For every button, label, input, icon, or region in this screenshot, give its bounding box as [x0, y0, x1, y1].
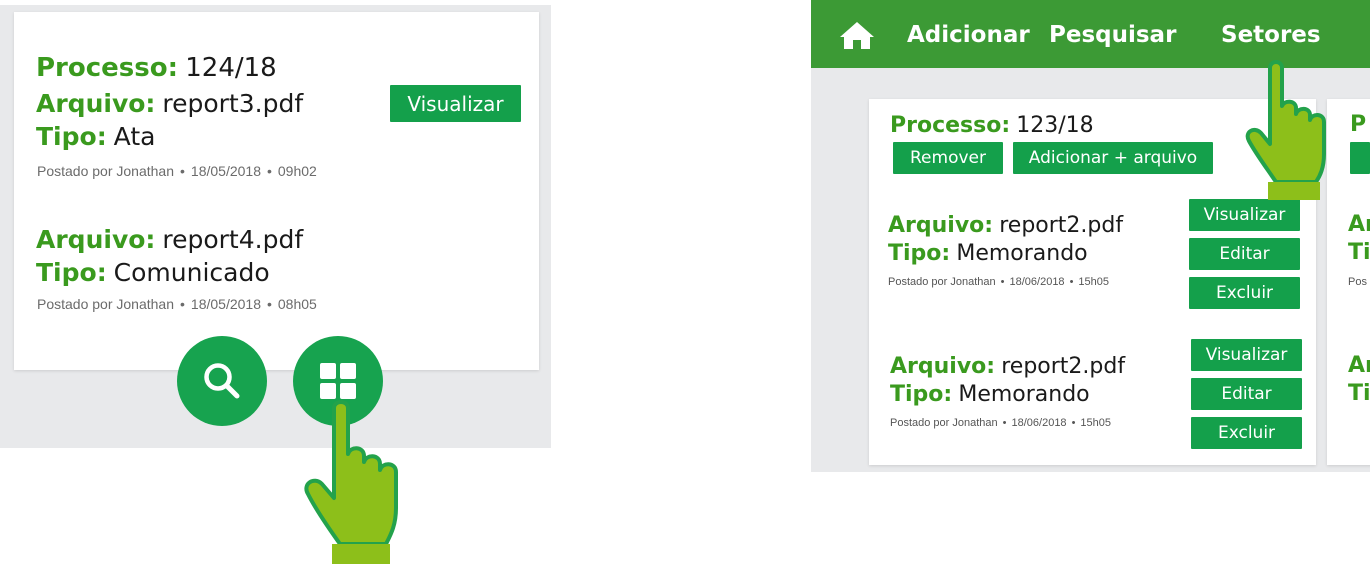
view-button[interactable]: Visualizar	[1189, 199, 1300, 231]
post-meta: Postado por Jonathan • 18/05/2018 • 09h02	[37, 163, 317, 179]
add-file-button[interactable]: Adicionar + arquivo	[1013, 142, 1213, 174]
posted-by: Postado por Jonathan	[888, 276, 996, 288]
partial-file-label: Ar	[1348, 353, 1370, 378]
remove-button[interactable]: Remover	[893, 142, 1003, 174]
pointing-hand-icon	[304, 400, 398, 564]
partial-button[interactable]	[1350, 142, 1370, 174]
file-line: Arquivo: report2.pdf	[890, 353, 1125, 379]
file-line: Arquivo: report2.pdf	[888, 212, 1123, 238]
partial-file-label: Ar	[1348, 212, 1370, 237]
process-number: 124/18	[185, 53, 277, 83]
post-meta: Postado por Jonathan • 18/06/2018 • 15h05	[888, 276, 1110, 288]
post-date: 18/05/2018	[190, 296, 261, 312]
nav-item-search[interactable]: Pesquisar	[1049, 22, 1176, 48]
type-line: Tipo: Memorando	[890, 381, 1090, 407]
post-date: 18/06/2018	[1011, 417, 1067, 429]
view-button[interactable]: Visualizar	[1191, 339, 1302, 371]
search-button[interactable]	[177, 336, 267, 426]
file-name: report2.pdf	[999, 213, 1124, 238]
file-line: Arquivo: report4.pdf	[36, 225, 303, 255]
post-time: 15h05	[1078, 276, 1110, 288]
process-line: Processo: 123/18	[890, 112, 1094, 138]
edit-button[interactable]: Editar	[1191, 378, 1302, 410]
type-value: Memorando	[958, 382, 1090, 407]
process-label: Processo:	[890, 113, 1011, 138]
search-icon	[204, 363, 240, 399]
delete-button[interactable]: Excluir	[1191, 417, 1302, 449]
post-time: 15h05	[1080, 417, 1112, 429]
posted-by: Postado por Jonathan	[890, 417, 998, 429]
delete-button[interactable]: Excluir	[1189, 277, 1300, 309]
home-icon[interactable]	[838, 20, 876, 50]
type-line: Tipo: Memorando	[888, 240, 1088, 266]
partial-post-meta: Pos	[1348, 276, 1367, 288]
type-label: Tipo:	[36, 258, 107, 287]
type-value: Ata	[113, 122, 156, 151]
post-meta: Postado por Jonathan • 18/05/2018 • 08h05	[37, 296, 317, 312]
nav-item-add[interactable]: Adicionar	[907, 22, 1030, 48]
process-line: Processo: 124/18	[36, 52, 277, 83]
edit-button[interactable]: Editar	[1189, 238, 1300, 270]
nav-item-sectors[interactable]: Setores	[1221, 22, 1321, 48]
type-label: Tipo:	[36, 122, 107, 151]
post-time: 09h02	[277, 163, 317, 179]
view-button[interactable]: Visualizar	[390, 85, 521, 122]
type-value: Memorando	[956, 241, 1088, 266]
file-label: Arquivo:	[36, 89, 156, 118]
post-time: 08h05	[277, 296, 317, 312]
post-date: 18/05/2018	[190, 163, 261, 179]
type-label: Tipo:	[888, 241, 951, 266]
file-name: report3.pdf	[162, 89, 304, 118]
file-name: report4.pdf	[162, 225, 304, 254]
file-label: Arquivo:	[888, 213, 994, 238]
process-label: Processo:	[36, 53, 178, 83]
pointing-hand-icon	[1245, 60, 1326, 200]
partial-process-label: P	[1350, 112, 1367, 137]
file-label: Arquivo:	[890, 354, 996, 379]
type-line: Tipo: Ata	[36, 122, 155, 152]
partial-type-label: Ti	[1348, 381, 1370, 406]
file-label: Arquivo:	[36, 225, 156, 254]
type-line: Tipo: Comunicado	[36, 258, 270, 288]
post-date: 18/06/2018	[1009, 276, 1065, 288]
type-value: Comunicado	[113, 258, 270, 287]
posted-by: Postado por Jonathan	[37, 163, 174, 179]
type-label: Tipo:	[890, 382, 953, 407]
file-line: Arquivo: report3.pdf	[36, 89, 303, 119]
partial-type-label: Ti	[1348, 240, 1370, 265]
post-meta: Postado por Jonathan • 18/06/2018 • 15h05	[890, 417, 1112, 429]
grid-icon	[320, 363, 356, 399]
posted-by: Postado por Jonathan	[37, 296, 174, 312]
process-number: 123/18	[1016, 113, 1094, 138]
file-name: report2.pdf	[1001, 354, 1126, 379]
